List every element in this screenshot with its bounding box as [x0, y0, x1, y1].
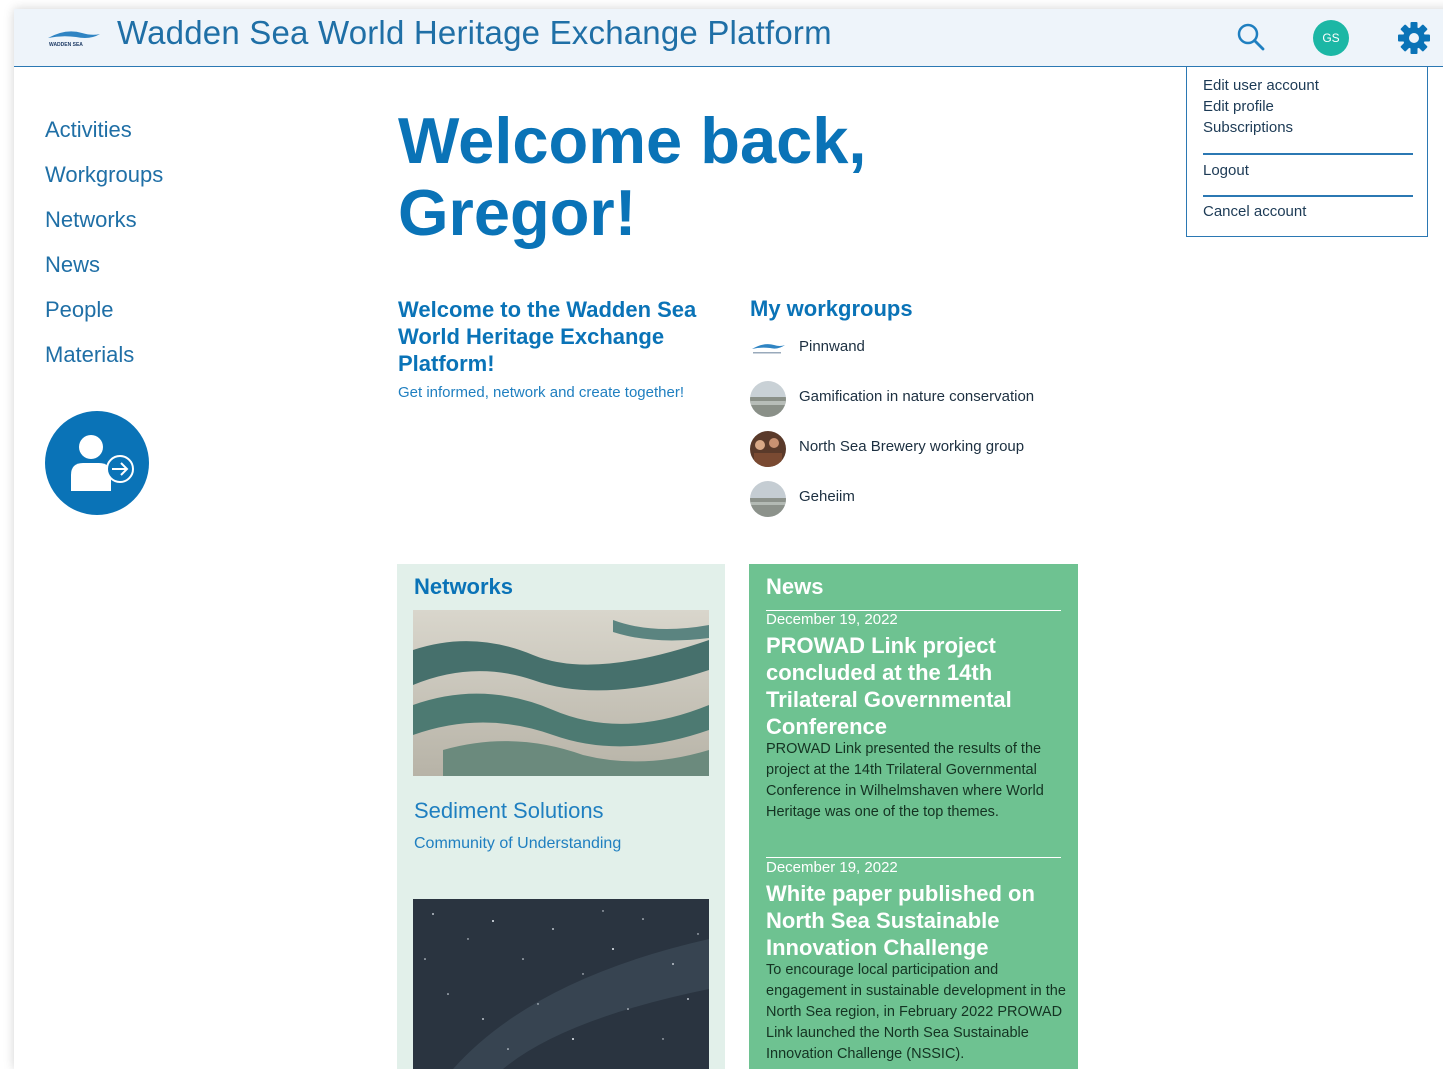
wadden-sea-logo-icon — [752, 344, 785, 354]
news-body: To encourage local participation and eng… — [766, 962, 1066, 1062]
user-avatar[interactable]: GS — [1313, 20, 1349, 56]
gear-icon[interactable] — [1397, 21, 1431, 55]
networks-card: Networks Sediment Solutions Community of… — [397, 564, 725, 1069]
menu-divider — [1203, 195, 1413, 197]
menu-item-cancel-account[interactable]: Cancel account — [1203, 203, 1306, 220]
workgroup-people-thumbnail — [750, 431, 786, 467]
news-title: News — [766, 574, 824, 599]
news-card: News December 19, 2022 PROWAD Link proje… — [749, 564, 1078, 1069]
news-divider — [766, 857, 1061, 858]
workgroup-label: Gamification in nature conservation — [799, 388, 1035, 405]
sidebar-item-workgroups[interactable]: Workgroups — [45, 162, 163, 188]
workgroup-label: North Sea Brewery working group — [799, 438, 1025, 455]
network-image[interactable] — [413, 610, 709, 776]
search-icon[interactable] — [1236, 22, 1266, 52]
workgroups-title: My workgroups — [750, 296, 913, 321]
networks-title: Networks — [414, 574, 514, 599]
workgroup-landscape-thumbnail — [750, 481, 786, 517]
menu-item-edit-user-account[interactable]: Edit user account — [1203, 77, 1319, 94]
menu-item-subscriptions[interactable]: Subscriptions — [1203, 119, 1293, 136]
news-date: December 19, 2022 — [766, 859, 898, 876]
news-headline[interactable]: PROWAD Link project concluded at the 14t… — [766, 632, 1066, 740]
network-image[interactable] — [413, 899, 709, 1069]
welcome-heading: Welcome back, Gregor! — [398, 105, 998, 249]
network-subtitle: Community of Understanding — [414, 835, 622, 852]
menu-item-edit-profile[interactable]: Edit profile — [1203, 98, 1274, 115]
sidebar-item-people[interactable]: People — [45, 297, 114, 323]
page: WADDEN SEA Wadden Sea World Heritage Exc… — [14, 9, 1443, 1069]
welcome-line-1: Welcome back, — [398, 104, 867, 177]
menu-item-logout[interactable]: Logout — [1203, 162, 1249, 179]
account-dropdown-menu: Edit user account Edit profile Subscript… — [1186, 66, 1428, 237]
logo-text: WADDEN SEA — [49, 42, 83, 48]
intro-subtitle: Get informed, network and create togethe… — [398, 384, 684, 401]
user-login-button[interactable] — [45, 411, 149, 515]
sidebar-item-networks[interactable]: Networks — [45, 207, 137, 233]
top-header: WADDEN SEA Wadden Sea World Heritage Exc… — [14, 9, 1443, 67]
sidebar-item-materials[interactable]: Materials — [45, 342, 134, 368]
sidebar-item-activities[interactable]: Activities — [45, 117, 132, 143]
sidebar-item-news[interactable]: News — [45, 252, 100, 278]
network-name[interactable]: Sediment Solutions — [414, 798, 604, 824]
workgroup-label: Geheiim — [799, 488, 855, 505]
menu-divider — [1203, 153, 1413, 155]
news-date: December 19, 2022 — [766, 611, 898, 628]
workgroup-label: Pinnwand — [799, 338, 865, 355]
avatar-initials: GS — [1322, 31, 1340, 45]
workgroup-landscape-thumbnail — [750, 381, 786, 417]
site-title[interactable]: Wadden Sea World Heritage Exchange Platf… — [117, 14, 832, 52]
intro-title: Welcome to the Wadden Sea World Heritage… — [398, 297, 697, 376]
news-headline[interactable]: White paper published on North Sea Susta… — [766, 880, 1066, 961]
welcome-line-2: Gregor! — [398, 176, 637, 249]
user-login-icon — [71, 435, 134, 491]
news-body: PROWAD Link presented the results of the… — [766, 741, 1044, 820]
wadden-sea-logo[interactable]: WADDEN SEA — [46, 26, 102, 48]
